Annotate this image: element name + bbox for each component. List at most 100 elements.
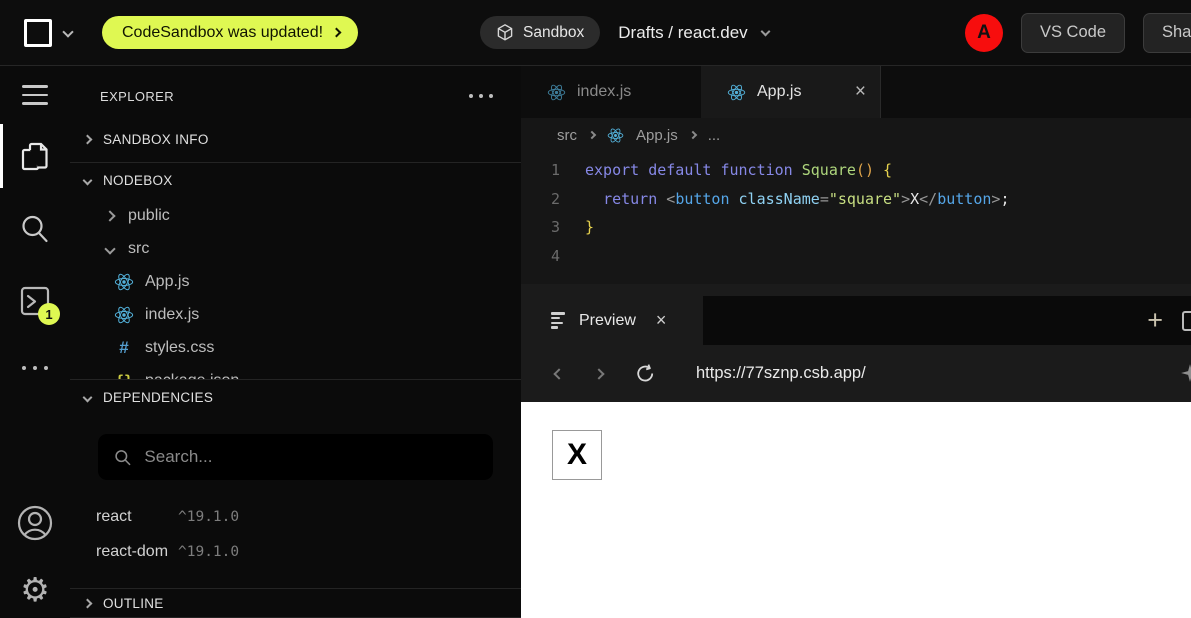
avatar[interactable]: A (965, 14, 1003, 52)
tab-preview[interactable]: Preview × (521, 296, 703, 345)
dependency-name: react-dom (96, 543, 170, 561)
breadcrumb-file: App.js (636, 127, 678, 144)
vscode-button[interactable]: VS Code (1021, 13, 1125, 53)
preview-panel: Preview × + https://77sznp.csb.app/ (521, 284, 1191, 618)
dependency-row[interactable]: react ^19.1.0 (70, 508, 521, 526)
avatar-initial: A (977, 22, 991, 44)
dependency-version: ^19.1.0 (178, 509, 239, 525)
more-icon[interactable] (22, 366, 48, 370)
line-number: 4 (521, 247, 585, 265)
line-number: 2 (521, 190, 585, 208)
chevron-right-icon (83, 134, 93, 144)
preview-url-bar: https://77sznp.csb.app/ (521, 345, 1191, 402)
breadcrumb-more: ... (708, 127, 721, 144)
back-icon[interactable] (553, 368, 564, 379)
explorer-title: EXPLORER (100, 89, 174, 104)
file-name: App.js (145, 273, 189, 291)
chevron-right-icon (83, 598, 93, 608)
dependency-search-input[interactable] (144, 447, 477, 467)
clipped-tree-row: {} package.json (70, 364, 521, 379)
chevron-right-icon (104, 210, 115, 221)
line-number: 1 (521, 161, 585, 179)
update-banner[interactable]: CodeSandbox was updated! (102, 16, 358, 49)
forward-icon[interactable] (593, 368, 604, 379)
file-tree: public src App.js (70, 195, 521, 379)
topbar-right-group: A VS Code Share (965, 13, 1191, 53)
divider (70, 379, 521, 380)
divider (70, 162, 521, 163)
section-label: NODEBOX (103, 173, 173, 188)
section-nodebox[interactable]: NODEBOX (70, 165, 521, 195)
line-number: 3 (521, 218, 585, 236)
sparkle-icon[interactable] (1180, 363, 1191, 383)
preview-tab-close-icon[interactable]: × (656, 310, 667, 331)
line-content: return <button className="square">X</but… (585, 190, 1009, 208)
workspace-breadcrumb[interactable]: Drafts / react.dev (618, 23, 768, 43)
chevron-right-icon (688, 131, 696, 139)
tree-item-app-js[interactable]: App.js (70, 265, 521, 298)
file-name: package.json (145, 372, 239, 380)
preview-content: X (521, 402, 1191, 618)
sandbox-badge[interactable]: Sandbox (480, 16, 600, 49)
section-label: OUTLINE (103, 596, 164, 611)
dependency-name: react (96, 508, 170, 526)
tree-item-package-json[interactable]: {} package.json (70, 364, 521, 379)
code-line: 4 (521, 242, 1191, 271)
folder-name: src (128, 240, 149, 258)
codesandbox-logo-icon[interactable] (24, 19, 52, 47)
cube-icon (496, 23, 514, 42)
tab-app-js[interactable]: App.js × (701, 66, 881, 118)
section-dependencies[interactable]: DEPENDENCIES (70, 382, 521, 412)
section-label: DEPENDENCIES (103, 390, 213, 405)
add-preview-icon[interactable]: + (1147, 307, 1163, 334)
section-sandbox-info[interactable]: SANDBOX INFO (70, 124, 521, 154)
menu-icon[interactable] (22, 80, 48, 110)
preview-icon (551, 312, 565, 328)
refresh-icon[interactable] (635, 363, 656, 384)
activity-bar: 1 ⚙ (0, 66, 70, 618)
dependency-search (98, 434, 493, 480)
rendered-square-button[interactable]: X (552, 430, 602, 480)
explorer-more-icon[interactable] (469, 94, 493, 98)
file-name: styles.css (145, 339, 214, 357)
chevron-right-icon (332, 28, 342, 38)
line-content: export default function Square() { (585, 161, 892, 179)
section-outline[interactable]: OUTLINE (70, 589, 521, 617)
terminal-badge: 1 (38, 303, 60, 325)
line-content: } (585, 218, 594, 236)
account-icon[interactable] (15, 503, 55, 543)
terminal-icon[interactable]: 1 (18, 284, 52, 318)
search-icon[interactable] (18, 212, 52, 246)
chevron-down-icon (83, 175, 93, 185)
chevron-right-icon (588, 131, 596, 139)
url-text[interactable]: https://77sznp.csb.app/ (696, 364, 866, 383)
tab-label: index.js (577, 83, 631, 101)
tab-index-js[interactable]: index.js (521, 66, 701, 118)
sandbox-badge-label: Sandbox (523, 24, 584, 42)
tree-item-index-js[interactable]: index.js (70, 298, 521, 331)
react-icon (547, 83, 566, 102)
code-editor[interactable]: 1export default function Square() {2 ret… (521, 152, 1191, 284)
tab-close-icon[interactable]: × (855, 81, 866, 103)
layout-icon[interactable] (1182, 311, 1191, 331)
dependency-row[interactable]: react-dom ^19.1.0 (70, 543, 521, 561)
explorer-sidebar: EXPLORER SANDBOX INFO NODEBOX public src (70, 66, 521, 618)
dependency-version: ^19.1.0 (178, 544, 239, 560)
code-line: 2 return <button className="square">X</b… (521, 185, 1191, 214)
tree-item-public[interactable]: public (70, 199, 521, 232)
share-button[interactable]: Share (1143, 13, 1191, 53)
react-icon (114, 305, 134, 325)
chevron-down-icon (83, 392, 93, 402)
css-icon: # (114, 338, 134, 358)
logo-chevron-down-icon[interactable] (62, 26, 73, 37)
files-icon[interactable] (18, 140, 52, 174)
tree-item-styles-css[interactable]: # styles.css (70, 331, 521, 364)
settings-gear-icon[interactable]: ⚙ (20, 573, 50, 606)
preview-tab-strip: + (703, 296, 1191, 345)
file-name: index.js (145, 306, 199, 324)
editor-breadcrumb[interactable]: src App.js ... (521, 118, 1191, 152)
search-icon (114, 448, 131, 467)
main-layout: 1 ⚙ EXPLORER SANDBOX INFO NO (0, 66, 1191, 618)
editor-tab-bar: index.js App.js × (521, 66, 1191, 118)
tree-item-src[interactable]: src (70, 232, 521, 265)
